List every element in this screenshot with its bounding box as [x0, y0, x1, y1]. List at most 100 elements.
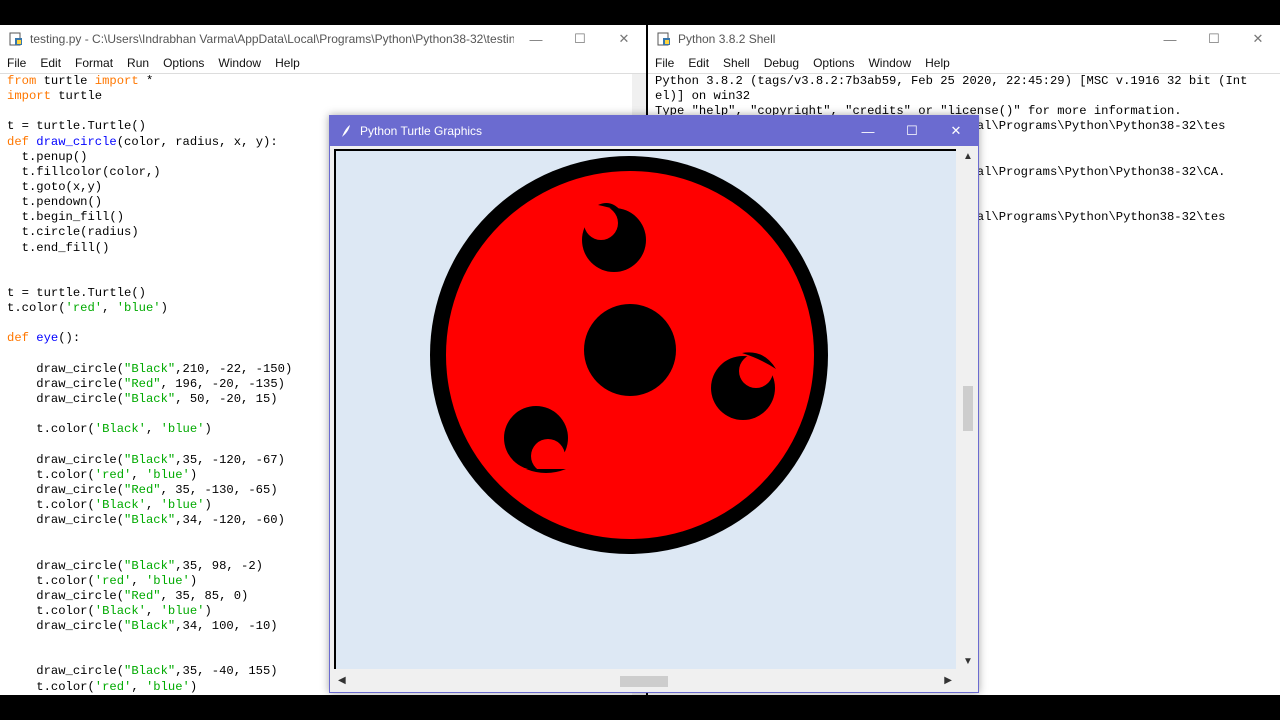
scroll-right-icon[interactable]: ▶: [944, 675, 952, 686]
turtle-vertical-scrollbar[interactable]: ▲ ▼: [959, 149, 976, 669]
code-token: , 35, 85, 0): [160, 588, 249, 603]
shell-title: Python 3.8.2 Shell: [678, 32, 776, 46]
code-token: draw_circle(: [7, 376, 125, 391]
code-token: 'blue': [145, 679, 190, 694]
shell-menu-shell[interactable]: Shell: [716, 56, 757, 70]
vertical-scroll-thumb[interactable]: [963, 386, 973, 431]
code-token: 'red': [94, 573, 132, 588]
code-token: ,34, 100, -10): [175, 619, 278, 634]
code-token: ():: [58, 331, 81, 346]
code-token: , 196, -20, -135): [160, 376, 285, 391]
code-token: turtle: [36, 74, 95, 88]
minimize-icon[interactable]: —: [846, 116, 890, 146]
code-token: 'Black': [94, 603, 146, 618]
code-token: ,210, -22, -150): [175, 361, 293, 376]
turtle-horizontal-scrollbar[interactable]: ◀ ▶: [334, 673, 956, 690]
shell-menu-help[interactable]: Help: [918, 56, 957, 70]
code-token: t = turtle.Turtle(): [7, 119, 146, 134]
code-token: 'blue': [160, 497, 205, 512]
code-token: t.goto(x,y): [7, 179, 103, 194]
code-token: "Black": [124, 391, 176, 406]
shell-titlebar[interactable]: Python 3.8.2 Shell — ☐ ✕: [648, 25, 1280, 53]
scroll-left-icon[interactable]: ◀: [338, 675, 346, 686]
code-token: *: [138, 74, 154, 88]
shell-menu-options[interactable]: Options: [806, 56, 861, 70]
code-token: draw_circle: [36, 134, 117, 149]
turtle-title: Python Turtle Graphics: [360, 124, 483, 138]
code-token: 'red': [94, 679, 132, 694]
editor-menu-options[interactable]: Options: [156, 56, 211, 70]
code-token: ): [160, 301, 168, 316]
code-token: draw_circle(: [7, 588, 125, 603]
shell-menubar: File Edit Shell Debug Options Window Help: [648, 53, 1280, 74]
editor-menu-format[interactable]: Format: [68, 56, 120, 70]
code-token: 'blue': [116, 301, 161, 316]
code-token: def: [7, 134, 29, 149]
code-token: eye: [36, 331, 59, 346]
code-token: t.color(: [7, 679, 95, 694]
code-token: "Red": [124, 376, 161, 391]
code-token: ): [204, 603, 212, 618]
code-token: t.color(: [7, 497, 95, 512]
scroll-up-icon[interactable]: ▲: [963, 151, 973, 162]
shell-menu-window[interactable]: Window: [861, 56, 918, 70]
code-token: ): [204, 422, 212, 437]
code-token: ,: [145, 603, 161, 618]
minimize-icon[interactable]: —: [1148, 25, 1192, 53]
turtle-canvas[interactable]: [334, 149, 956, 669]
maximize-icon[interactable]: ☐: [558, 25, 602, 53]
code-token: ,35, -120, -67): [175, 452, 285, 467]
maximize-icon[interactable]: ☐: [890, 116, 934, 146]
close-icon[interactable]: ✕: [602, 25, 646, 53]
code-token: t.fillcolor(color,): [7, 164, 161, 179]
code-token: ,: [145, 497, 161, 512]
code-token: draw_circle(: [7, 361, 125, 376]
editor-menu-edit[interactable]: Edit: [33, 56, 68, 70]
code-token: ): [189, 467, 198, 482]
code-token: t.color(: [7, 301, 66, 316]
code-token: 'Black': [94, 497, 146, 512]
python-file-icon: [8, 31, 24, 47]
code-token: 'red': [94, 467, 132, 482]
code-token: 'blue': [160, 603, 205, 618]
scroll-down-icon[interactable]: ▼: [963, 656, 973, 667]
code-token: draw_circle(: [7, 619, 125, 634]
maximize-icon[interactable]: ☐: [1192, 25, 1236, 53]
code-token: ,: [102, 301, 117, 316]
code-token: t = turtle.Turtle(): [7, 285, 146, 300]
close-icon[interactable]: ✕: [934, 116, 978, 146]
code-token: 'Black': [94, 422, 146, 437]
shell-menu-file[interactable]: File: [648, 56, 681, 70]
code-token: t.begin_fill(): [7, 210, 125, 225]
code-token: 'red': [65, 301, 103, 316]
editor-menu-window[interactable]: Window: [211, 56, 268, 70]
code-token: draw_circle(: [7, 482, 125, 497]
code-token: "Black": [124, 664, 176, 679]
editor-menu-file[interactable]: File: [0, 56, 33, 70]
code-token: (color, radius, x, y):: [116, 134, 278, 149]
horizontal-scroll-thumb[interactable]: [620, 676, 668, 687]
sharingan-drawing: [430, 156, 828, 554]
code-token: ,: [131, 573, 146, 588]
editor-menu-help[interactable]: Help: [268, 56, 307, 70]
code-token: ,35, -40, 155): [175, 664, 278, 679]
editor-title: testing.py - C:\Users\Indrabhan Varma\Ap…: [30, 32, 514, 46]
editor-titlebar[interactable]: testing.py - C:\Users\Indrabhan Varma\Ap…: [0, 25, 646, 53]
code-token: ,35, 98, -2): [175, 558, 263, 573]
shell-line: Python 3.8.2 (tags/v3.8.2:7b3ab59, Feb 2…: [655, 74, 1248, 88]
code-token: t.color(: [7, 422, 95, 437]
code-token: 'blue': [145, 467, 190, 482]
close-icon[interactable]: ✕: [1236, 25, 1280, 53]
code-token: t.color(: [7, 603, 95, 618]
code-token: import: [7, 89, 51, 104]
code-token: t.color(: [7, 467, 95, 482]
code-token: ,: [131, 679, 146, 694]
code-token: t.pendown(): [7, 195, 103, 210]
turtle-titlebar[interactable]: Python Turtle Graphics — ☐ ✕: [330, 116, 978, 146]
code-token: t.color(: [7, 573, 95, 588]
shell-menu-edit[interactable]: Edit: [681, 56, 716, 70]
shell-menu-debug[interactable]: Debug: [757, 56, 806, 70]
python-shell-icon: [656, 31, 672, 47]
editor-menu-run[interactable]: Run: [120, 56, 156, 70]
minimize-icon[interactable]: —: [514, 25, 558, 53]
